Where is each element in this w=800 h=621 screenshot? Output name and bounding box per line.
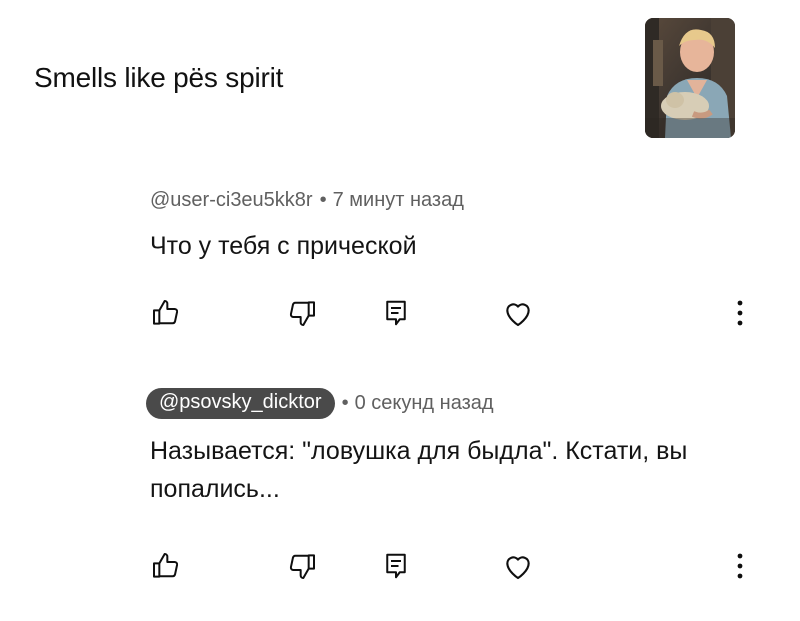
meta-separator: • [319, 188, 327, 211]
comment-time: 0 секунд назад [354, 391, 494, 414]
reply-icon [386, 300, 406, 326]
comment: @psovsky_dicktor • 0 секунд назад Называ… [146, 387, 760, 580]
comment-meta: @psovsky_dicktor • 0 секунд назад [146, 387, 760, 419]
comment-text: Что у тебя с прической [150, 232, 417, 260]
heart-icon [506, 303, 530, 327]
comment-author-highlighted[interactable]: @psovsky_dicktor [146, 387, 335, 419]
thumbs-up-icon [153, 300, 179, 325]
comment: @user-ci3eu5kk8r • 7 минут назад Что у т… [150, 185, 760, 327]
reply-button[interactable] [376, 546, 416, 586]
like-button[interactable] [146, 546, 186, 586]
thumbs-down-icon [289, 301, 315, 326]
comment-time: 7 минут назад [332, 188, 464, 211]
heart-button[interactable] [498, 546, 538, 586]
comment-actions [150, 293, 760, 333]
heart-button[interactable] [498, 293, 538, 333]
more-button[interactable] [730, 546, 750, 586]
more-vertical-icon [737, 300, 743, 326]
thumbs-down-icon [289, 554, 315, 579]
comment-text: Называется: "ловушка для быдла". Кстати,… [150, 437, 688, 503]
like-button[interactable] [146, 293, 186, 333]
meta-separator: • [341, 391, 349, 414]
comment-actions [150, 546, 760, 586]
dislike-button[interactable] [282, 293, 322, 333]
reply-button[interactable] [376, 293, 416, 333]
more-button[interactable] [730, 293, 750, 333]
heart-icon [506, 556, 530, 580]
comment-author[interactable]: @user-ci3eu5kk8r [150, 189, 313, 212]
more-vertical-icon [737, 553, 743, 579]
video-thumbnail[interactable] [645, 18, 735, 138]
video-title: Smells like pës spirit [34, 62, 284, 93]
thumbs-up-icon [153, 553, 179, 578]
comment-meta: @user-ci3eu5kk8r • 7 минут назад [150, 185, 760, 215]
dislike-button[interactable] [282, 546, 322, 586]
video-thumbnail-image [645, 18, 735, 138]
reply-icon [386, 553, 406, 579]
